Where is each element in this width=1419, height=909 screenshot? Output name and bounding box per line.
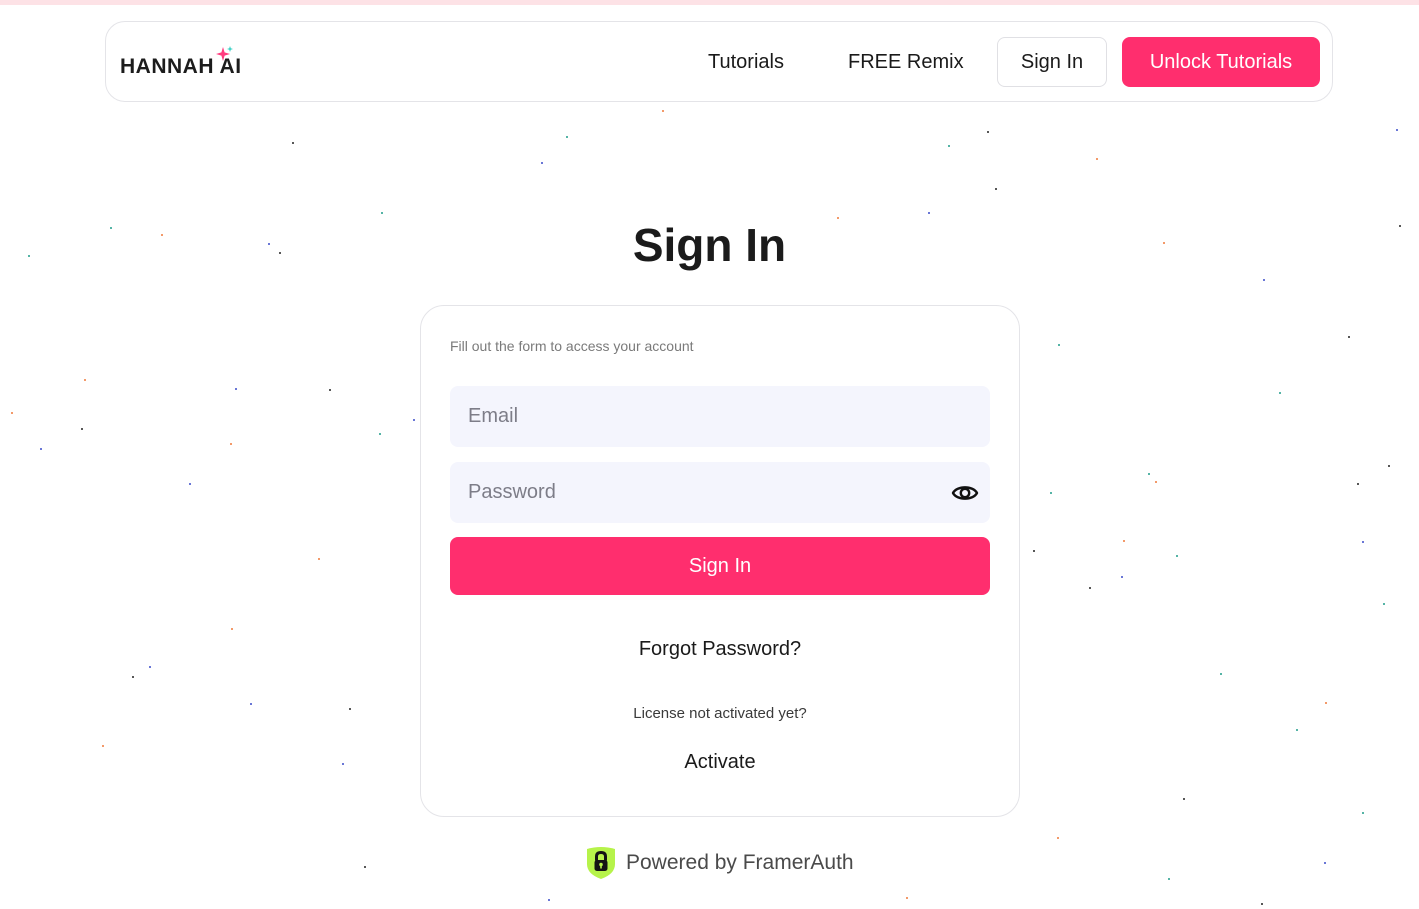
- confetti-dot: [1123, 540, 1125, 542]
- eye-icon[interactable]: [951, 479, 979, 507]
- activate-link[interactable]: Activate: [421, 751, 1019, 774]
- confetti-dot: [1050, 492, 1052, 494]
- nav-sign-in-button[interactable]: Sign In: [997, 37, 1107, 87]
- confetti-dot: [1296, 729, 1298, 731]
- confetti-dot: [149, 666, 151, 668]
- confetti-dot: [948, 145, 950, 147]
- confetti-dot: [1089, 587, 1091, 589]
- forgot-password-link[interactable]: Forgot Password?: [421, 638, 1019, 661]
- license-prompt: License not activated yet?: [633, 705, 807, 722]
- confetti-dot: [928, 212, 930, 214]
- confetti-dot: [1121, 576, 1123, 578]
- confetti-dot: [235, 388, 237, 390]
- nav-link-free-remix[interactable]: FREE Remix: [848, 22, 964, 103]
- confetti-dot: [250, 703, 252, 705]
- confetti-dot: [1388, 465, 1390, 467]
- confetti-dot: [11, 412, 13, 414]
- confetti-dot: [1362, 541, 1364, 543]
- confetti-dot: [1396, 129, 1398, 131]
- confetti-dot: [1058, 344, 1060, 346]
- confetti-dot: [1148, 473, 1150, 475]
- confetti-dot: [84, 379, 86, 381]
- navbar: HANNAH AI Tutorials FREE Remix Sign In U…: [105, 21, 1333, 102]
- confetti-dot: [132, 676, 134, 678]
- confetti-dot: [1348, 336, 1350, 338]
- confetti-dot: [40, 448, 42, 450]
- form-subtitle: Fill out the form to access your account: [450, 338, 694, 354]
- confetti-dot: [292, 142, 294, 144]
- confetti-dot: [381, 212, 383, 214]
- confetti-dot: [1357, 483, 1359, 485]
- confetti-dot: [231, 628, 233, 630]
- confetti-dot: [541, 162, 543, 164]
- confetti-dot: [413, 419, 415, 421]
- confetti-dot: [995, 188, 997, 190]
- email-input[interactable]: [450, 386, 990, 447]
- nav-link-tutorials[interactable]: Tutorials: [708, 22, 784, 103]
- confetti-dot: [1057, 837, 1059, 839]
- confetti-dot: [1096, 158, 1098, 160]
- confetti-dot: [1261, 903, 1263, 905]
- confetti-dot: [329, 389, 331, 391]
- shield-lock-icon: [587, 847, 615, 879]
- confetti-dot: [1220, 673, 1222, 675]
- confetti-dot: [318, 558, 320, 560]
- confetti-dot: [379, 433, 381, 435]
- page-title: Sign In: [632, 219, 787, 271]
- confetti-dot: [1168, 878, 1170, 880]
- confetti-dot: [1033, 550, 1035, 552]
- unlock-tutorials-button[interactable]: Unlock Tutorials: [1122, 37, 1320, 87]
- confetti-dot: [1155, 481, 1157, 483]
- sparkle-icon: [216, 46, 233, 61]
- confetti-dot: [230, 443, 232, 445]
- confetti-dot: [906, 897, 908, 899]
- confetti-dot: [1383, 603, 1385, 605]
- password-input[interactable]: [450, 462, 990, 523]
- confetti-dot: [1263, 279, 1265, 281]
- confetti-dot: [342, 763, 344, 765]
- confetti-dot: [662, 110, 664, 112]
- email-field: [450, 386, 990, 447]
- password-field: [450, 462, 990, 523]
- confetti-dot: [189, 483, 191, 485]
- confetti-dot: [1279, 392, 1281, 394]
- confetti-dot: [349, 708, 351, 710]
- confetti-dot: [364, 866, 366, 868]
- confetti-dot: [1362, 812, 1364, 814]
- confetti-dot: [1324, 862, 1326, 864]
- confetti-dot: [1176, 555, 1178, 557]
- brand-logo[interactable]: HANNAH AI: [120, 44, 250, 80]
- confetti-dot: [987, 131, 989, 133]
- confetti-dot: [81, 428, 83, 430]
- sign-in-submit-button[interactable]: Sign In: [450, 537, 990, 595]
- confetti-dot: [1183, 798, 1185, 800]
- confetti-dot: [102, 745, 104, 747]
- powered-by-text: Powered by FramerAuth: [626, 851, 854, 874]
- confetti-dot: [566, 136, 568, 138]
- confetti-dot: [1325, 702, 1327, 704]
- sign-in-card: Fill out the form to access your account…: [420, 305, 1020, 817]
- confetti-dot: [548, 899, 550, 901]
